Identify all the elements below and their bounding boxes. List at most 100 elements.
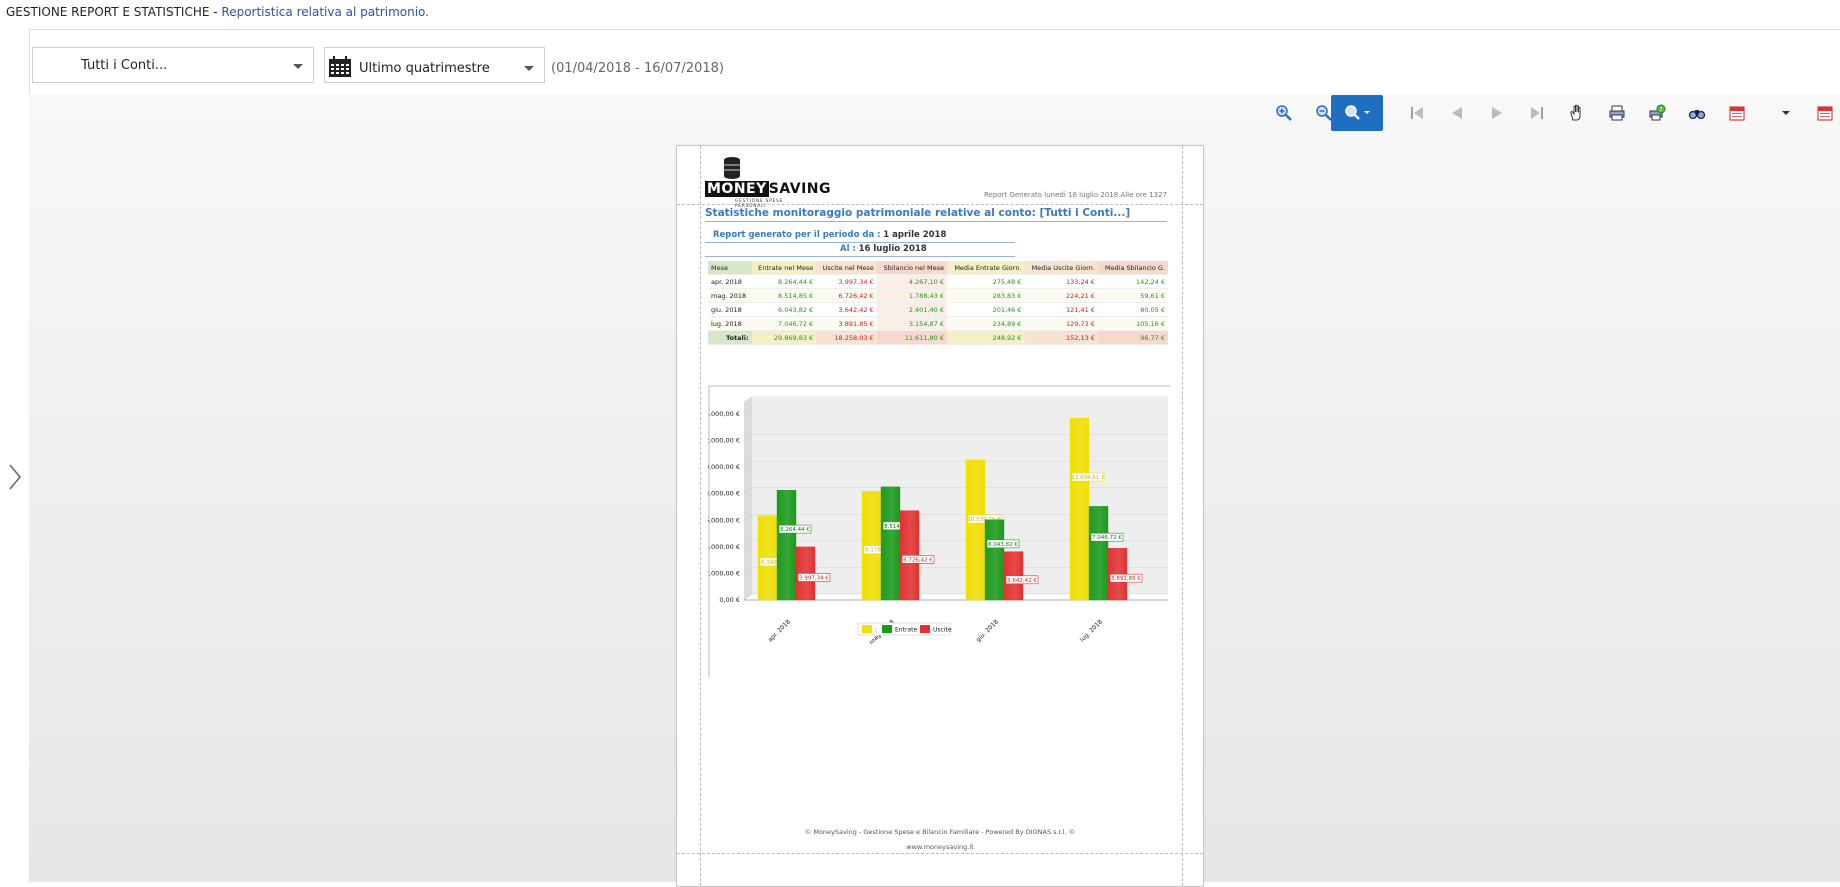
table-cell: mag. 2018 [708, 288, 752, 303]
table-cell: giu. 2018 [708, 302, 752, 317]
previous-page-icon[interactable] [1441, 97, 1473, 129]
table-cell: 8.514,85 € [751, 288, 817, 303]
divider [705, 221, 1167, 222]
table-header-cell: Media Sbilancio G. [1097, 261, 1168, 275]
send-icon[interactable] [1809, 97, 1840, 129]
table-cell: 3.642,42 € [816, 302, 877, 317]
table-cell: 129,73 € [1024, 316, 1098, 331]
table-cell: 234,89 € [947, 316, 1025, 331]
table-row: mag. 2018 8.514,85 €6.726,42 €1.788,43 €2… [708, 288, 1168, 303]
print-preview-icon[interactable]: ? [1641, 97, 1673, 129]
period-from: Report generato per il periodo da : 1 ap… [713, 230, 947, 240]
bar [776, 490, 797, 601]
zoom-dropdown-icon [1345, 105, 1370, 120]
data-label: 13.694,61 € [1071, 475, 1105, 481]
table-cell: 6.726,42 € [816, 288, 877, 303]
zoom-in-icon[interactable] [1268, 97, 1300, 129]
account-selector[interactable]: Tutti i Conti... [32, 47, 314, 83]
y-tick-label: 8.000,00 € [708, 490, 740, 498]
find-icon[interactable] [1681, 97, 1713, 129]
y-tick-label: 4.000,00 € [708, 543, 740, 551]
legend-label: Entrate [895, 627, 917, 634]
table-cell: 7.046,72 € [751, 316, 817, 331]
report-footer: © MoneySaving - Gestione Spese e Bilanci… [804, 828, 1076, 836]
generated-on: Report Generato lunedì 16 luglio 2018 Al… [983, 191, 1167, 199]
zoom-dropdown-button[interactable] [1331, 95, 1383, 131]
table-cell: 283,83 € [947, 288, 1025, 303]
table-cell: 80,05 € [1097, 302, 1168, 317]
export-dropdown-icon[interactable] [1782, 111, 1790, 115]
svg-text:?: ? [1659, 107, 1662, 114]
report-title: Statistiche monitoraggio patrimoniale re… [705, 207, 1131, 219]
bar [1088, 506, 1109, 601]
table-cell: 2.401,40 € [876, 302, 947, 317]
y-tick-label: 0,00 € [719, 596, 740, 604]
print-icon[interactable] [1601, 97, 1633, 129]
table-cell: apr. 2018 [708, 274, 752, 289]
table-cell: lug. 2018 [708, 316, 752, 331]
table-cell: 105,16 € [1097, 316, 1168, 331]
table-cell: 3.891,85 € [816, 316, 877, 331]
data-label: 3.997,34 € [799, 575, 829, 581]
bar-chart: 0,00 € 2.000,00 € 4.000,00 € 6.000,00 € 8.00… [708, 385, 1170, 677]
page-subtitle: Reportistica relativa al patrimonio. [221, 5, 429, 19]
bar [984, 519, 1005, 601]
table-cell: 121,41 € [1024, 302, 1098, 317]
table-header-cell: Media Uscite Giorn. [1024, 261, 1098, 275]
divider [705, 242, 1015, 243]
data-label: 3.891,85 € [1111, 576, 1141, 582]
coins-icon [724, 157, 740, 179]
hand-tool-icon[interactable] [1561, 97, 1593, 129]
next-page-icon[interactable] [1481, 97, 1513, 129]
table-cell: 3.154,87 € [876, 316, 947, 331]
last-page-icon[interactable] [1521, 97, 1553, 129]
x-tick-label: apr. 2018 [767, 618, 792, 643]
data-label: 6.043,82 € [988, 542, 1018, 548]
chevron-down-icon[interactable] [524, 66, 534, 71]
table-cell: 3.997,34 € [816, 274, 877, 289]
table-cell: 142,24 € [1097, 274, 1168, 289]
table-header-cell: Entrate nel Mese [751, 261, 817, 275]
table-total-cell: Totali: [708, 330, 752, 345]
legend-label: : [875, 627, 877, 634]
header-separator: - [209, 5, 222, 19]
table-cell: 133,24 € [1024, 274, 1098, 289]
margin-guide [677, 853, 1203, 854]
period-selector[interactable]: Ultimo quatrimestre [324, 47, 545, 83]
bar [965, 459, 986, 601]
margin-guide [700, 146, 701, 886]
export-icon[interactable] [1721, 97, 1753, 129]
calendar-icon [329, 56, 351, 77]
table-total-cell: 11.611,80 € [876, 330, 947, 345]
table-total-cell: 18.258,03 € [816, 330, 877, 345]
legend-label: Uscite [933, 627, 952, 634]
table-cell: 1.788,43 € [876, 288, 947, 303]
first-page-icon[interactable] [1401, 97, 1433, 129]
page-title: GESTIONE REPORT E STATISTICHE [6, 5, 210, 19]
table-total-cell: 248,92 € [947, 330, 1025, 345]
y-tick-label: 6.000,00 € [708, 516, 740, 524]
legend-swatch [920, 625, 930, 633]
table-header-cell: Mese [708, 261, 752, 275]
table-row: lug. 2018 7.046,72 €3.891,85 €3.154,87 €2… [708, 316, 1168, 331]
viewer-toolbar: ? [29, 94, 1840, 134]
data-label: 3.642,42 € [1007, 578, 1037, 584]
data-label: 8.264,44 € [780, 527, 810, 533]
logo-text: MONEY SAVING [705, 181, 831, 197]
money-saving-logo: MONEY SAVING GESTIONE SPESE PERSONALI [705, 156, 830, 208]
table-header-cell: Sbilancio nel Mese [876, 261, 947, 275]
table-cell: 59,61 € [1097, 288, 1168, 303]
table-cell: 4.267,10 € [876, 274, 947, 289]
margin-guide [1182, 146, 1183, 886]
table-row: giu. 2018 6.043,82 €3.642,42 €2.401,40 €2… [708, 302, 1168, 317]
table-cell: 275,48 € [947, 274, 1025, 289]
chevron-down-icon[interactable] [293, 64, 303, 69]
plot-wall [744, 396, 752, 600]
chevron-right-icon[interactable] [7, 462, 23, 492]
table-header-cell: Uscite nel Mese [816, 261, 877, 275]
legend-swatch [882, 625, 892, 633]
table-header-cell: Media Entrate Giorn. [947, 261, 1025, 275]
table-cell: 224,21 € [1024, 288, 1098, 303]
legend-swatch [862, 625, 872, 633]
x-tick-label: giu. 2018 [975, 618, 1000, 643]
